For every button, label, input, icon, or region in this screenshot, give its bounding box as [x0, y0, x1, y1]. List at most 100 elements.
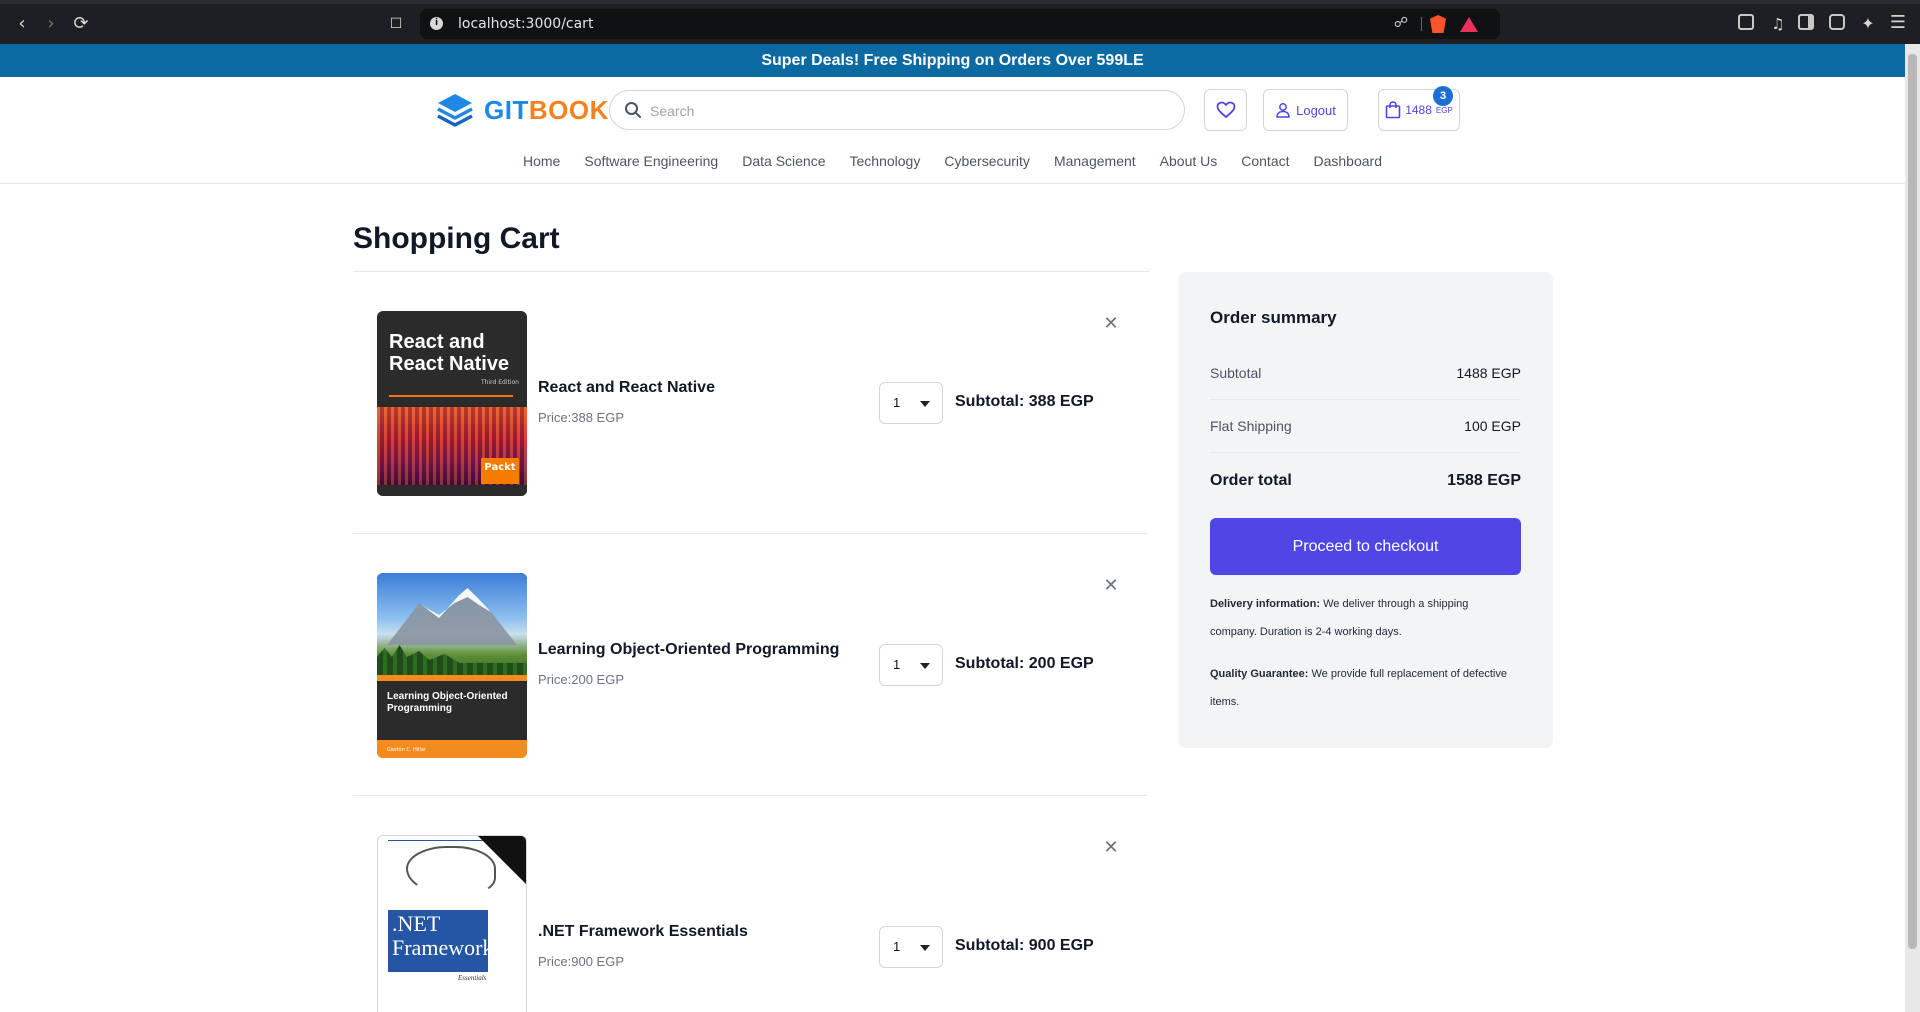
quantity-select[interactable]: 1: [879, 382, 943, 424]
book-cover-image[interactable]: React and React Native Third Edition Pac…: [377, 311, 527, 496]
nav-cybersecurity[interactable]: Cybersecurity: [944, 153, 1030, 169]
quality-guarantee-title: Quality Guarantee:: [1210, 668, 1309, 680]
order-total-value: 1588 EGP: [1447, 472, 1521, 489]
site-info-icon[interactable]: i: [430, 17, 443, 30]
cart-item: .NET Framework Essentials .NET Framework…: [353, 796, 1147, 1012]
cover-subtitle: Essentials: [458, 974, 487, 982]
sidebar-icon[interactable]: [1798, 14, 1814, 30]
cart-item: React and React Native Third Edition Pac…: [353, 272, 1147, 534]
cover-rule: [388, 840, 488, 841]
cart-item: Learning Object-Oriented Programming Gas…: [353, 534, 1147, 796]
proceed-to-checkout-button[interactable]: Proceed to checkout: [1210, 518, 1521, 575]
item-subtotal: Subtotal: 388 EGP: [955, 393, 1094, 410]
logo-text-book: BOOK: [528, 94, 609, 125]
cover-title: Learning Object-Oriented Programming: [387, 691, 508, 714]
brave-rewards-icon[interactable]: [1460, 17, 1478, 32]
remove-item-close-icon[interactable]: ✕: [1103, 315, 1119, 333]
shipping-label: Flat Shipping: [1210, 418, 1292, 434]
wallet-icon[interactable]: [1829, 14, 1845, 30]
back-icon[interactable]: ‹: [8, 10, 36, 38]
quality-guarantee: Quality Guarantee: We provide full repla…: [1210, 660, 1510, 716]
promo-banner: Super Deals! Free Shipping on Orders Ove…: [0, 44, 1905, 77]
cover-footer: [377, 485, 527, 496]
bookmark-icon[interactable]: ☐: [382, 10, 410, 38]
caret-down-icon: [920, 945, 930, 951]
book-cover-image[interactable]: .NET Framework Essentials: [377, 835, 527, 1012]
main-navigation: Home Software Engineering Data Science T…: [0, 153, 1905, 169]
logout-label: Logout: [1296, 102, 1336, 118]
cover-title: React and React Native: [389, 331, 510, 375]
cover-illustration: [406, 846, 496, 896]
order-summary-panel: Order summary Subtotal 1488 EGP Flat Shi…: [1178, 272, 1553, 748]
page-title: Shopping Cart: [353, 222, 560, 255]
search-icon: [625, 102, 641, 118]
item-name[interactable]: .NET Framework Essentials: [538, 923, 748, 941]
forward-icon[interactable]: ›: [37, 10, 65, 38]
divider: [1210, 399, 1521, 400]
search-input[interactable]: [650, 99, 1170, 123]
remove-item-close-icon[interactable]: ✕: [1103, 577, 1119, 595]
divider: [1421, 17, 1422, 31]
divider: [1210, 452, 1521, 453]
item-subtotal: Subtotal: 900 EGP: [955, 937, 1094, 954]
nav-about-us[interactable]: About Us: [1160, 153, 1218, 169]
book-cover-image[interactable]: Learning Object-Oriented Programming Gas…: [377, 573, 527, 758]
nav-dashboard[interactable]: Dashboard: [1314, 153, 1383, 169]
cover-edition: Third Edition: [481, 379, 519, 386]
shipping-value: 100 EGP: [1464, 418, 1521, 434]
heart-icon: [1216, 101, 1235, 118]
nav-management[interactable]: Management: [1054, 153, 1136, 169]
share-icon[interactable]: ☍: [1394, 15, 1408, 31]
cover-title: .NET Framework: [392, 911, 494, 960]
brave-shields-icon[interactable]: [1430, 15, 1446, 33]
address-bar[interactable]: i localhost:3000/cart ☍: [420, 9, 1500, 39]
media-icon[interactable]: ♫: [1764, 10, 1792, 38]
cart-count-badge: 3: [1433, 86, 1453, 106]
item-price: Price:200 EGP: [538, 672, 624, 687]
delivery-info: Delivery information: We deliver through…: [1210, 590, 1510, 646]
quantity-select[interactable]: 1: [879, 644, 943, 686]
quantity-value: 1: [893, 939, 901, 954]
leo-ai-icon[interactable]: ✦: [1854, 10, 1882, 38]
cover-accent: [389, 395, 513, 397]
url-text: localhost:3000/cart: [458, 16, 594, 32]
reload-icon[interactable]: ⟳: [67, 10, 95, 38]
subtotal-value: 1488 EGP: [1456, 365, 1521, 381]
scrollbar-thumb[interactable]: [1908, 54, 1917, 949]
item-subtotal: Subtotal: 200 EGP: [955, 655, 1094, 672]
nav-technology[interactable]: Technology: [850, 153, 921, 169]
caret-down-icon: [920, 663, 930, 669]
search-box: [609, 90, 1185, 130]
item-name[interactable]: Learning Object-Oriented Programming: [538, 641, 839, 659]
quantity-select[interactable]: 1: [879, 926, 943, 968]
book-stack-icon: [437, 94, 473, 127]
shopping-bag-icon: [1385, 101, 1401, 119]
caret-down-icon: [920, 401, 930, 407]
nav-software-engineering[interactable]: Software Engineering: [584, 153, 718, 169]
scrollbar[interactable]: [1905, 44, 1920, 1012]
logo-text-git: GIT: [484, 94, 529, 125]
cart-button[interactable]: 1488 EGP 3: [1378, 86, 1460, 131]
site-header: GITBOOK Logout 1488 EGP 3 Home Software …: [0, 77, 1905, 184]
quantity-value: 1: [893, 395, 901, 410]
delivery-info-title: Delivery information:: [1210, 598, 1321, 610]
cart-currency: EGP: [1435, 105, 1453, 115]
nav-contact[interactable]: Contact: [1241, 153, 1289, 169]
quantity-value: 1: [893, 657, 901, 672]
logout-button[interactable]: Logout: [1263, 89, 1348, 131]
cover-author: Gastón C. Hillar: [387, 747, 427, 753]
wishlist-button[interactable]: [1204, 89, 1247, 131]
browser-toolbar: ‹ › ⟳ ☐ i localhost:3000/cart ☍ ♫ ✦ ☰: [0, 0, 1920, 44]
item-name[interactable]: React and React Native: [538, 379, 715, 397]
item-price: Price:900 EGP: [538, 954, 624, 969]
menu-icon[interactable]: ☰: [1890, 12, 1906, 33]
nav-data-science[interactable]: Data Science: [742, 153, 825, 169]
nav-home[interactable]: Home: [523, 153, 560, 169]
publisher-logo: Packt: [481, 458, 519, 484]
subtotal-label: Subtotal: [1210, 365, 1262, 381]
logo-text: GITBOOK: [484, 95, 609, 126]
item-price: Price:388 EGP: [538, 410, 624, 425]
extensions-icon[interactable]: [1738, 14, 1754, 30]
remove-item-close-icon[interactable]: ✕: [1103, 839, 1119, 857]
site-logo[interactable]: GITBOOK: [436, 92, 609, 128]
